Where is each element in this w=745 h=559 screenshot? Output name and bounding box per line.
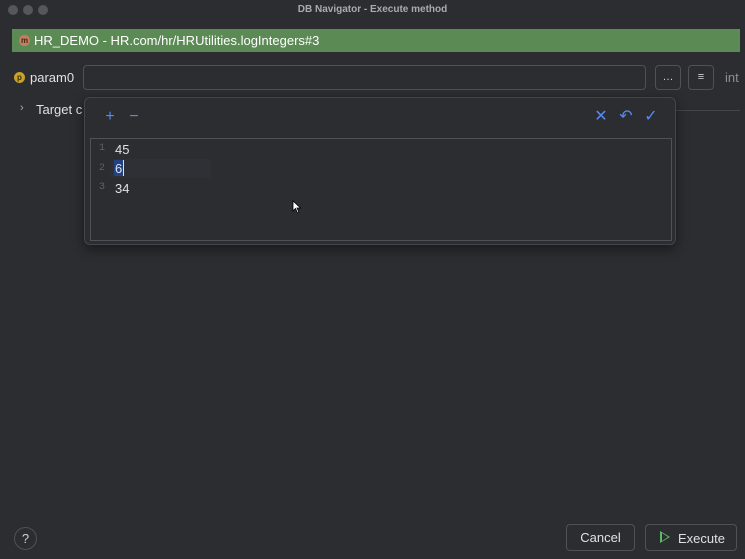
help-button[interactable]: ?	[14, 527, 37, 550]
remove-icon[interactable]: −	[127, 109, 141, 125]
line-number: 2	[98, 163, 105, 174]
section-divider	[676, 110, 740, 111]
text-caret	[123, 160, 124, 176]
chevron-right-icon: ›	[20, 102, 24, 114]
more-options-button[interactable]: …	[655, 65, 681, 90]
play-icon	[660, 531, 670, 543]
line-number: 1	[98, 143, 105, 154]
method-icon: m	[19, 35, 30, 46]
values-text-editor[interactable]: 1 2 3 45 6 34	[90, 138, 672, 241]
current-line-highlight	[111, 159, 211, 178]
target-section-label: Target c	[36, 102, 83, 117]
parameter-row: p param0 … ≡ int	[0, 64, 745, 92]
revert-icon[interactable]: ↶	[619, 109, 633, 125]
execute-button[interactable]: Execute	[645, 524, 737, 551]
title-bar: DB Navigator - Execute method	[0, 0, 745, 20]
list-editor-button[interactable]: ≡	[688, 65, 714, 90]
cancel-button[interactable]: Cancel	[566, 524, 635, 551]
add-icon[interactable]: +	[103, 109, 117, 125]
accept-icon[interactable]: ✓	[644, 109, 658, 125]
method-banner: m HR_DEMO - HR.com/hr/HRUtilities.logInt…	[12, 29, 740, 52]
execute-button-label: Execute	[678, 531, 725, 546]
line-number: 3	[98, 182, 105, 193]
line-number-gutter: 1 2 3	[91, 139, 111, 240]
parameter-name: param0	[30, 70, 75, 85]
values-list-editor-popup: + − ✕ ↶ ✓ 1 2 3 45 6 34	[84, 97, 676, 245]
method-banner-text: HR_DEMO - HR.com/hr/HRUtilities.logInteg…	[34, 33, 320, 48]
mouse-pointer-icon	[292, 200, 302, 214]
window-title: DB Navigator - Execute method	[297, 4, 448, 15]
value-line[interactable]: 45	[115, 142, 129, 157]
parameter-icon: p	[14, 72, 25, 83]
value-line[interactable]: 34	[115, 181, 129, 196]
clear-icon[interactable]: ✕	[594, 109, 608, 125]
parameter-value-input[interactable]	[83, 65, 646, 90]
parameter-type: int	[725, 70, 739, 85]
value-line[interactable]: 6	[115, 161, 122, 176]
